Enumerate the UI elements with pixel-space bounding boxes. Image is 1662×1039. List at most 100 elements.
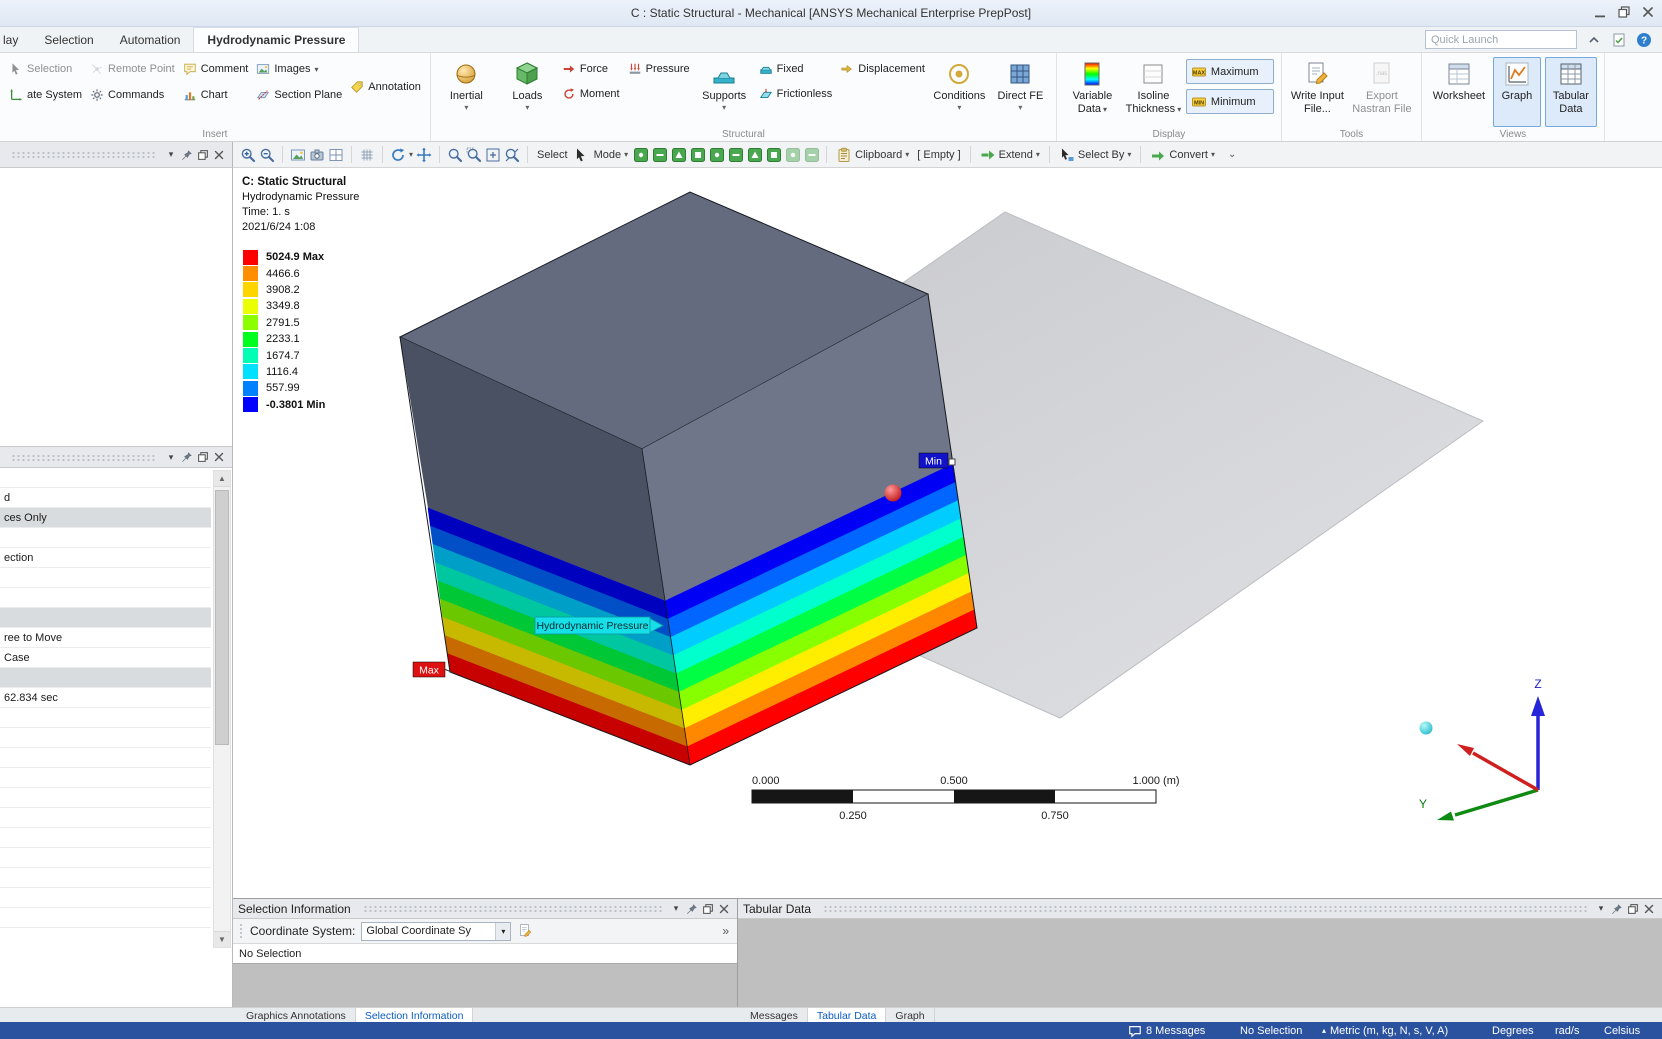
displacement-button[interactable]: Displacement [838,59,927,79]
extend-dropdown[interactable]: Extend ▾ [977,145,1043,165]
tab-graph[interactable]: Graph [886,1008,935,1023]
select-cursor-icon[interactable] [573,147,589,163]
tab-messages[interactable]: Messages [741,1008,808,1023]
temperature-units-status[interactable]: Celsius [1604,1022,1640,1039]
close-panel-icon[interactable] [211,147,227,162]
tab-hydrodynamic-pressure[interactable]: Hydrodynamic Pressure [193,27,360,52]
selection-information-content[interactable] [233,963,737,1007]
maximize-panel-icon[interactable] [700,901,716,916]
maximize-panel-icon[interactable] [195,147,211,162]
details-row[interactable] [0,808,211,828]
pin-icon[interactable] [179,450,195,465]
details-row[interactable] [0,528,211,548]
supports-dropdown[interactable]: Supports ▾ [696,57,753,127]
details-row[interactable] [0,788,211,808]
zoom-icon[interactable] [447,147,463,163]
rotate-icon[interactable] [390,147,406,163]
select-element-icon[interactable] [728,147,744,163]
pan-icon[interactable] [416,147,432,163]
select-by-dropdown[interactable]: Select By ▾ [1056,145,1134,165]
details-row[interactable]: 62.834 sec [0,688,211,708]
tab-graphics-annotations[interactable]: Graphics Annotations [237,1008,356,1023]
details-row[interactable]: ection [0,548,211,568]
pressure-cube[interactable] [398,191,978,766]
select-node-icon[interactable] [709,147,725,163]
variable-data-dropdown[interactable]: Variable Data ▾ [1064,57,1121,127]
details-row[interactable] [0,568,211,588]
tab-tabular-data[interactable]: Tabular Data [807,1008,887,1023]
minimize-button[interactable] [1592,4,1608,20]
image-capture-icon[interactable] [309,147,325,163]
selection-info-options-icon[interactable] [517,923,533,939]
panel-menu-icon[interactable]: ▾ [1593,901,1609,916]
conditions-dropdown[interactable]: Conditions ▾ [931,57,988,127]
commands-button[interactable]: Commands [88,85,177,105]
angular-velocity-units-status[interactable]: rad/s [1555,1022,1579,1039]
tab-selection[interactable]: Selection [31,27,106,52]
maximum-toggle[interactable]: MAX Maximum [1185,59,1274,84]
messages-status[interactable]: 8 Messages [1128,1022,1205,1039]
details-row[interactable] [0,588,211,608]
panel-grip[interactable] [11,150,157,159]
details-row[interactable] [0,728,211,748]
select-lasso-icon[interactable] [766,147,782,163]
convert-dropdown[interactable]: Convert ▾ [1147,145,1218,165]
select-edge-icon[interactable] [652,147,668,163]
toolbar-overflow-chevron[interactable]: » [722,924,731,938]
annotation-button[interactable]: Annotation [348,77,423,97]
toolbar-grip[interactable] [239,923,244,939]
loads-dropdown[interactable]: Loads ▾ [499,57,556,127]
fixed-button[interactable]: Fixed [757,59,835,79]
tab-display[interactable]: lay [0,27,31,52]
details-row[interactable]: ree to Move [0,628,211,648]
details-row[interactable] [0,888,211,908]
tab-automation[interactable]: Automation [107,27,194,52]
angle-units-status[interactable]: Degrees [1492,1022,1534,1039]
details-row[interactable] [0,668,211,688]
write-input-file-button[interactable]: Write Input File... [1289,57,1346,127]
scene-canvas[interactable]: Min Max Hydrodynamic Pressure 0.000 0.50… [233,168,1662,898]
combo-caret-icon[interactable]: ▾ [495,922,511,940]
select-vertex-icon[interactable] [633,147,649,163]
select-body-icon[interactable] [690,147,706,163]
inertial-dropdown[interactable]: Inertial ▾ [438,57,495,127]
zoom-fit-icon[interactable] [485,147,501,163]
snap-grid-icon[interactable] [359,147,375,163]
scrollbar-thumb[interactable] [215,490,229,745]
pin-icon[interactable] [1609,901,1625,916]
close-panel-icon[interactable] [211,450,227,465]
quick-launch-input[interactable] [1425,30,1577,49]
scroll-up-icon[interactable]: ▲ [214,471,230,487]
pin-icon[interactable] [684,901,700,916]
details-row[interactable]: Case [0,648,211,668]
details-row[interactable] [0,708,211,728]
panel-menu-icon[interactable]: ▾ [163,450,179,465]
selection-button[interactable]: Selection [7,59,84,79]
mode-dropdown[interactable]: Mode ▾ [591,145,632,165]
export-nastran-file-button[interactable]: .nas Export Nastran File [1350,57,1414,127]
section-plane-button[interactable]: Section Plane [254,85,344,105]
details-row[interactable] [0,868,211,888]
details-row[interactable]: ces Only [0,508,211,528]
panel-grip[interactable] [11,452,157,462]
select-named-icon[interactable] [785,147,801,163]
close-button[interactable] [1640,4,1656,20]
pressure-button[interactable]: Pressure [626,59,692,79]
coordinate-system-select[interactable]: Global Coordinate Sy ▾ [361,921,512,941]
scroll-down-icon[interactable]: ▼ [214,931,230,947]
select-box-icon[interactable] [747,147,763,163]
panel-grip[interactable] [362,904,662,913]
details-row[interactable] [0,748,211,768]
graphics-viewport[interactable]: Min Max Hydrodynamic Pressure 0.000 0.50… [233,168,1662,898]
details-scrollbar[interactable]: ▲ ▼ [213,470,231,948]
direct-fe-dropdown[interactable]: Direct FE ▾ [992,57,1049,127]
toolbar-overflow-caret[interactable]: ⌄ [1228,149,1236,160]
units-status[interactable]: ▴ Metric (m, kg, N, s, V, A) [1322,1022,1448,1039]
select-face-icon[interactable] [671,147,687,163]
close-panel-icon[interactable] [1641,901,1657,916]
details-row[interactable] [0,768,211,788]
zoom-in-icon[interactable] [240,147,256,163]
graph-view-toggle[interactable]: Graph [1492,57,1541,127]
tabular-data-view-toggle[interactable]: Tabular Data [1544,57,1597,127]
clipboard-dropdown[interactable]: Clipboard ▾ [833,145,912,165]
